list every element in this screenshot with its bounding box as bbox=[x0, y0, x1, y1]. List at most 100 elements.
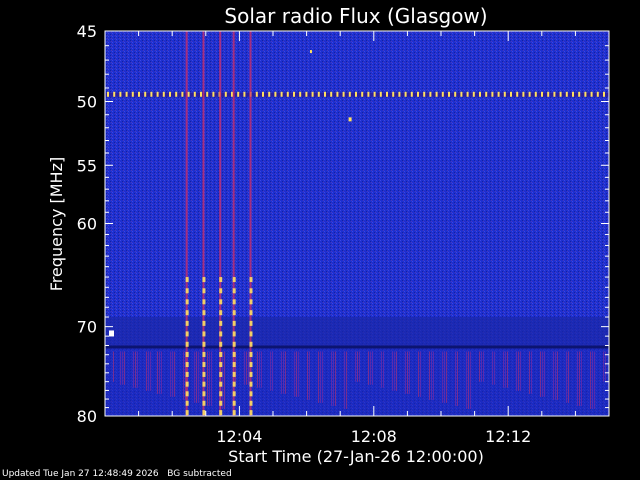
burst-hotspot bbox=[249, 391, 253, 397]
interference-dot bbox=[187, 91, 190, 97]
noise-streak bbox=[124, 351, 125, 385]
noise-streak bbox=[566, 351, 567, 403]
noise-streak bbox=[503, 351, 504, 388]
interference-dot bbox=[479, 91, 481, 97]
noise-streak bbox=[381, 351, 382, 388]
burst-hotspot bbox=[232, 341, 236, 347]
bg-note: BG subtracted bbox=[167, 469, 232, 479]
burst-hotspot bbox=[249, 288, 253, 294]
burst-hotspot bbox=[249, 400, 253, 406]
burst-hotspot bbox=[185, 331, 189, 337]
burst-hotspot bbox=[202, 310, 206, 316]
burst-hotspot bbox=[202, 351, 206, 357]
noise-streak bbox=[209, 351, 210, 406]
noise-streak bbox=[170, 351, 171, 397]
interference-dot bbox=[379, 91, 382, 97]
noise-streak bbox=[318, 351, 319, 403]
noise-streak bbox=[418, 351, 419, 397]
interference-dot bbox=[336, 91, 339, 97]
noise-streak bbox=[383, 351, 384, 388]
y-tick-label: 70 bbox=[77, 318, 97, 337]
noise-streak bbox=[481, 351, 482, 382]
interference-dot bbox=[386, 91, 388, 97]
noise-streak bbox=[603, 351, 604, 382]
burst-hotspot bbox=[202, 371, 206, 377]
interference-dot bbox=[578, 91, 581, 97]
interference-dot bbox=[472, 91, 475, 97]
noise-streak bbox=[577, 351, 578, 406]
noise-streak bbox=[346, 351, 347, 409]
noise-streak bbox=[505, 351, 506, 388]
burst-hotspot bbox=[219, 299, 223, 305]
burst-hotspot bbox=[232, 371, 236, 377]
noise-streak bbox=[320, 351, 321, 403]
noise-streak bbox=[335, 351, 336, 406]
interference-dot bbox=[590, 91, 593, 97]
interference-dot bbox=[361, 91, 364, 97]
burst-hotspot bbox=[249, 310, 253, 316]
interference-dot bbox=[224, 91, 227, 97]
noise-streak bbox=[159, 351, 160, 394]
interference-dot bbox=[392, 91, 395, 97]
noise-streak bbox=[283, 351, 284, 394]
noise-streak bbox=[446, 351, 447, 403]
x-tick-label: 12:12 bbox=[485, 427, 531, 446]
interference-dot bbox=[404, 91, 407, 97]
burst-hotspot bbox=[232, 299, 236, 305]
noise-streak bbox=[605, 351, 606, 382]
noise-streak bbox=[307, 351, 308, 400]
x-axis-label: Start Time (27-Jan-26 12:00:00) bbox=[228, 447, 484, 466]
interference-dot bbox=[237, 91, 240, 97]
noise-streak bbox=[281, 351, 282, 394]
noise-streak bbox=[542, 351, 543, 397]
burst-hotspot bbox=[202, 341, 206, 347]
noise-streak bbox=[468, 351, 469, 409]
interference-dot bbox=[162, 91, 165, 97]
interference-dot bbox=[262, 91, 264, 97]
burst-hotspot bbox=[202, 320, 206, 326]
burst-hotspot bbox=[232, 320, 236, 326]
interference-dot bbox=[138, 91, 140, 97]
noise-streak bbox=[568, 351, 569, 403]
interference-dot bbox=[107, 91, 109, 97]
burst-hotspot bbox=[219, 341, 223, 347]
x-tick-label: 12:08 bbox=[351, 427, 397, 446]
interference-dot bbox=[330, 91, 333, 97]
noise-streak bbox=[355, 351, 356, 382]
noise-streak bbox=[579, 351, 580, 406]
burst-hotspot bbox=[232, 410, 236, 416]
noise-streak bbox=[516, 351, 517, 391]
noise-streak bbox=[557, 351, 558, 400]
burst-hotspot bbox=[219, 277, 223, 283]
x-tick-label: 12:04 bbox=[216, 427, 262, 446]
noise-streak bbox=[270, 351, 271, 391]
noise-streak bbox=[244, 351, 245, 385]
noise-streak bbox=[581, 351, 582, 406]
interference-dot bbox=[596, 91, 599, 97]
noise-streak bbox=[194, 351, 195, 403]
interference-dot bbox=[559, 91, 562, 97]
burst-hotspot bbox=[249, 351, 253, 357]
noise-streak bbox=[344, 351, 345, 409]
burst-hotspot bbox=[219, 381, 223, 387]
burst-hotspot bbox=[185, 277, 189, 283]
burst-hotspot bbox=[185, 310, 189, 316]
noise-streak bbox=[137, 351, 138, 388]
noise-streak bbox=[296, 351, 297, 397]
interference-dot bbox=[317, 91, 320, 97]
burst-hotspot bbox=[202, 410, 206, 416]
burst-hotspot bbox=[202, 331, 206, 337]
interference-dot bbox=[212, 91, 215, 97]
isolated-spot bbox=[348, 117, 352, 122]
interference-dot bbox=[131, 91, 134, 97]
noise-streak bbox=[483, 351, 484, 382]
interference-dot bbox=[565, 91, 568, 97]
interference-dot bbox=[324, 91, 326, 97]
burst-hotspot bbox=[249, 277, 253, 283]
interference-dot bbox=[528, 91, 531, 97]
noise-streak bbox=[150, 351, 151, 391]
interference-dot bbox=[175, 91, 178, 97]
interference-dot bbox=[200, 91, 202, 97]
burst-hotspot bbox=[185, 288, 189, 294]
noise-streak bbox=[183, 351, 184, 400]
